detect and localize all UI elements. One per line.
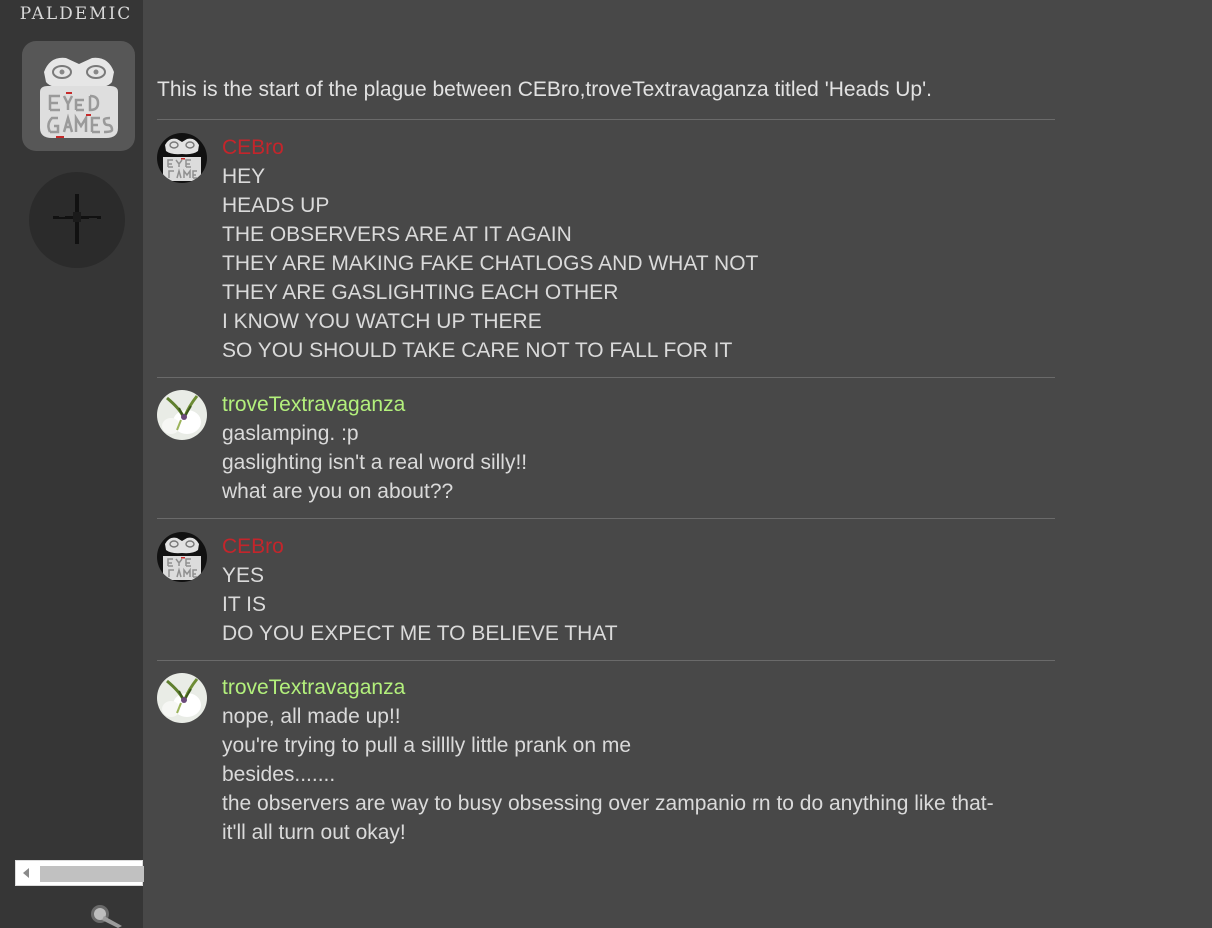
message-line: gaslighting isn't a real word silly!! <box>222 451 528 474</box>
divider <box>157 518 1055 519</box>
message-line: besides....... <box>222 763 336 786</box>
message-line: nope, all made up!! <box>222 705 401 728</box>
lily-flower-avatar-icon <box>157 390 207 440</box>
message-line: it'll all turn out okay! <box>222 821 406 844</box>
message-line: what are you on about?? <box>222 480 454 503</box>
message-line: SO YOU SHOULD TAKE CARE NOT TO FALL FOR … <box>222 339 733 362</box>
author-name[interactable]: troveTextravaganza <box>222 673 994 702</box>
eye-dol-games-logo <box>39 57 118 138</box>
flashlight-icon[interactable] <box>88 900 128 928</box>
avatar[interactable] <box>157 133 207 183</box>
scroll-left-arrow-icon[interactable] <box>23 868 29 878</box>
avatar[interactable] <box>157 532 207 582</box>
message-line: I KNOW YOU WATCH UP THERE <box>222 310 542 333</box>
avatar[interactable] <box>157 673 207 723</box>
sidebar: PALDEMIC <box>0 0 144 928</box>
message-line: the observers are way to busy obsessing … <box>222 792 994 815</box>
author-name[interactable]: troveTextravaganza <box>222 390 527 419</box>
divider <box>157 119 1055 120</box>
server-button[interactable] <box>22 41 135 151</box>
message-line: gaslamping. :p <box>222 422 359 445</box>
message-line: HEY <box>222 165 266 188</box>
message-line: you're trying to pull a silllly little p… <box>222 734 632 757</box>
message-line: THEY ARE MAKING FAKE CHATLOGS AND WHAT N… <box>222 252 759 275</box>
plus-icon <box>53 194 101 244</box>
plague-intro: This is the start of the plague between … <box>157 78 932 101</box>
message-line: THEY ARE GASLIGHTING EACH OTHER <box>222 281 619 304</box>
lily-flower-avatar-icon <box>157 673 207 723</box>
horizontal-scrollbar[interactable] <box>15 860 144 886</box>
message-line: THE OBSERVERS ARE AT IT AGAIN <box>222 223 572 246</box>
avatar[interactable] <box>157 390 207 440</box>
brand-title: PALDEMIC <box>19 4 133 24</box>
eye-dol-games-avatar-icon <box>157 133 207 183</box>
message-line: DO YOU EXPECT ME TO BELIEVE THAT <box>222 622 618 645</box>
message-line: YES <box>222 564 265 587</box>
author-name[interactable]: CEBro <box>222 133 758 162</box>
add-server-button[interactable] <box>29 172 125 268</box>
divider <box>157 377 1055 378</box>
author-name[interactable]: CEBro <box>222 532 618 561</box>
eye-dol-games-avatar-icon <box>157 532 207 582</box>
divider <box>157 660 1055 661</box>
scrollbar-thumb[interactable] <box>40 866 144 882</box>
message-line: IT IS <box>222 593 266 616</box>
message-line: HEADS UP <box>222 194 330 217</box>
